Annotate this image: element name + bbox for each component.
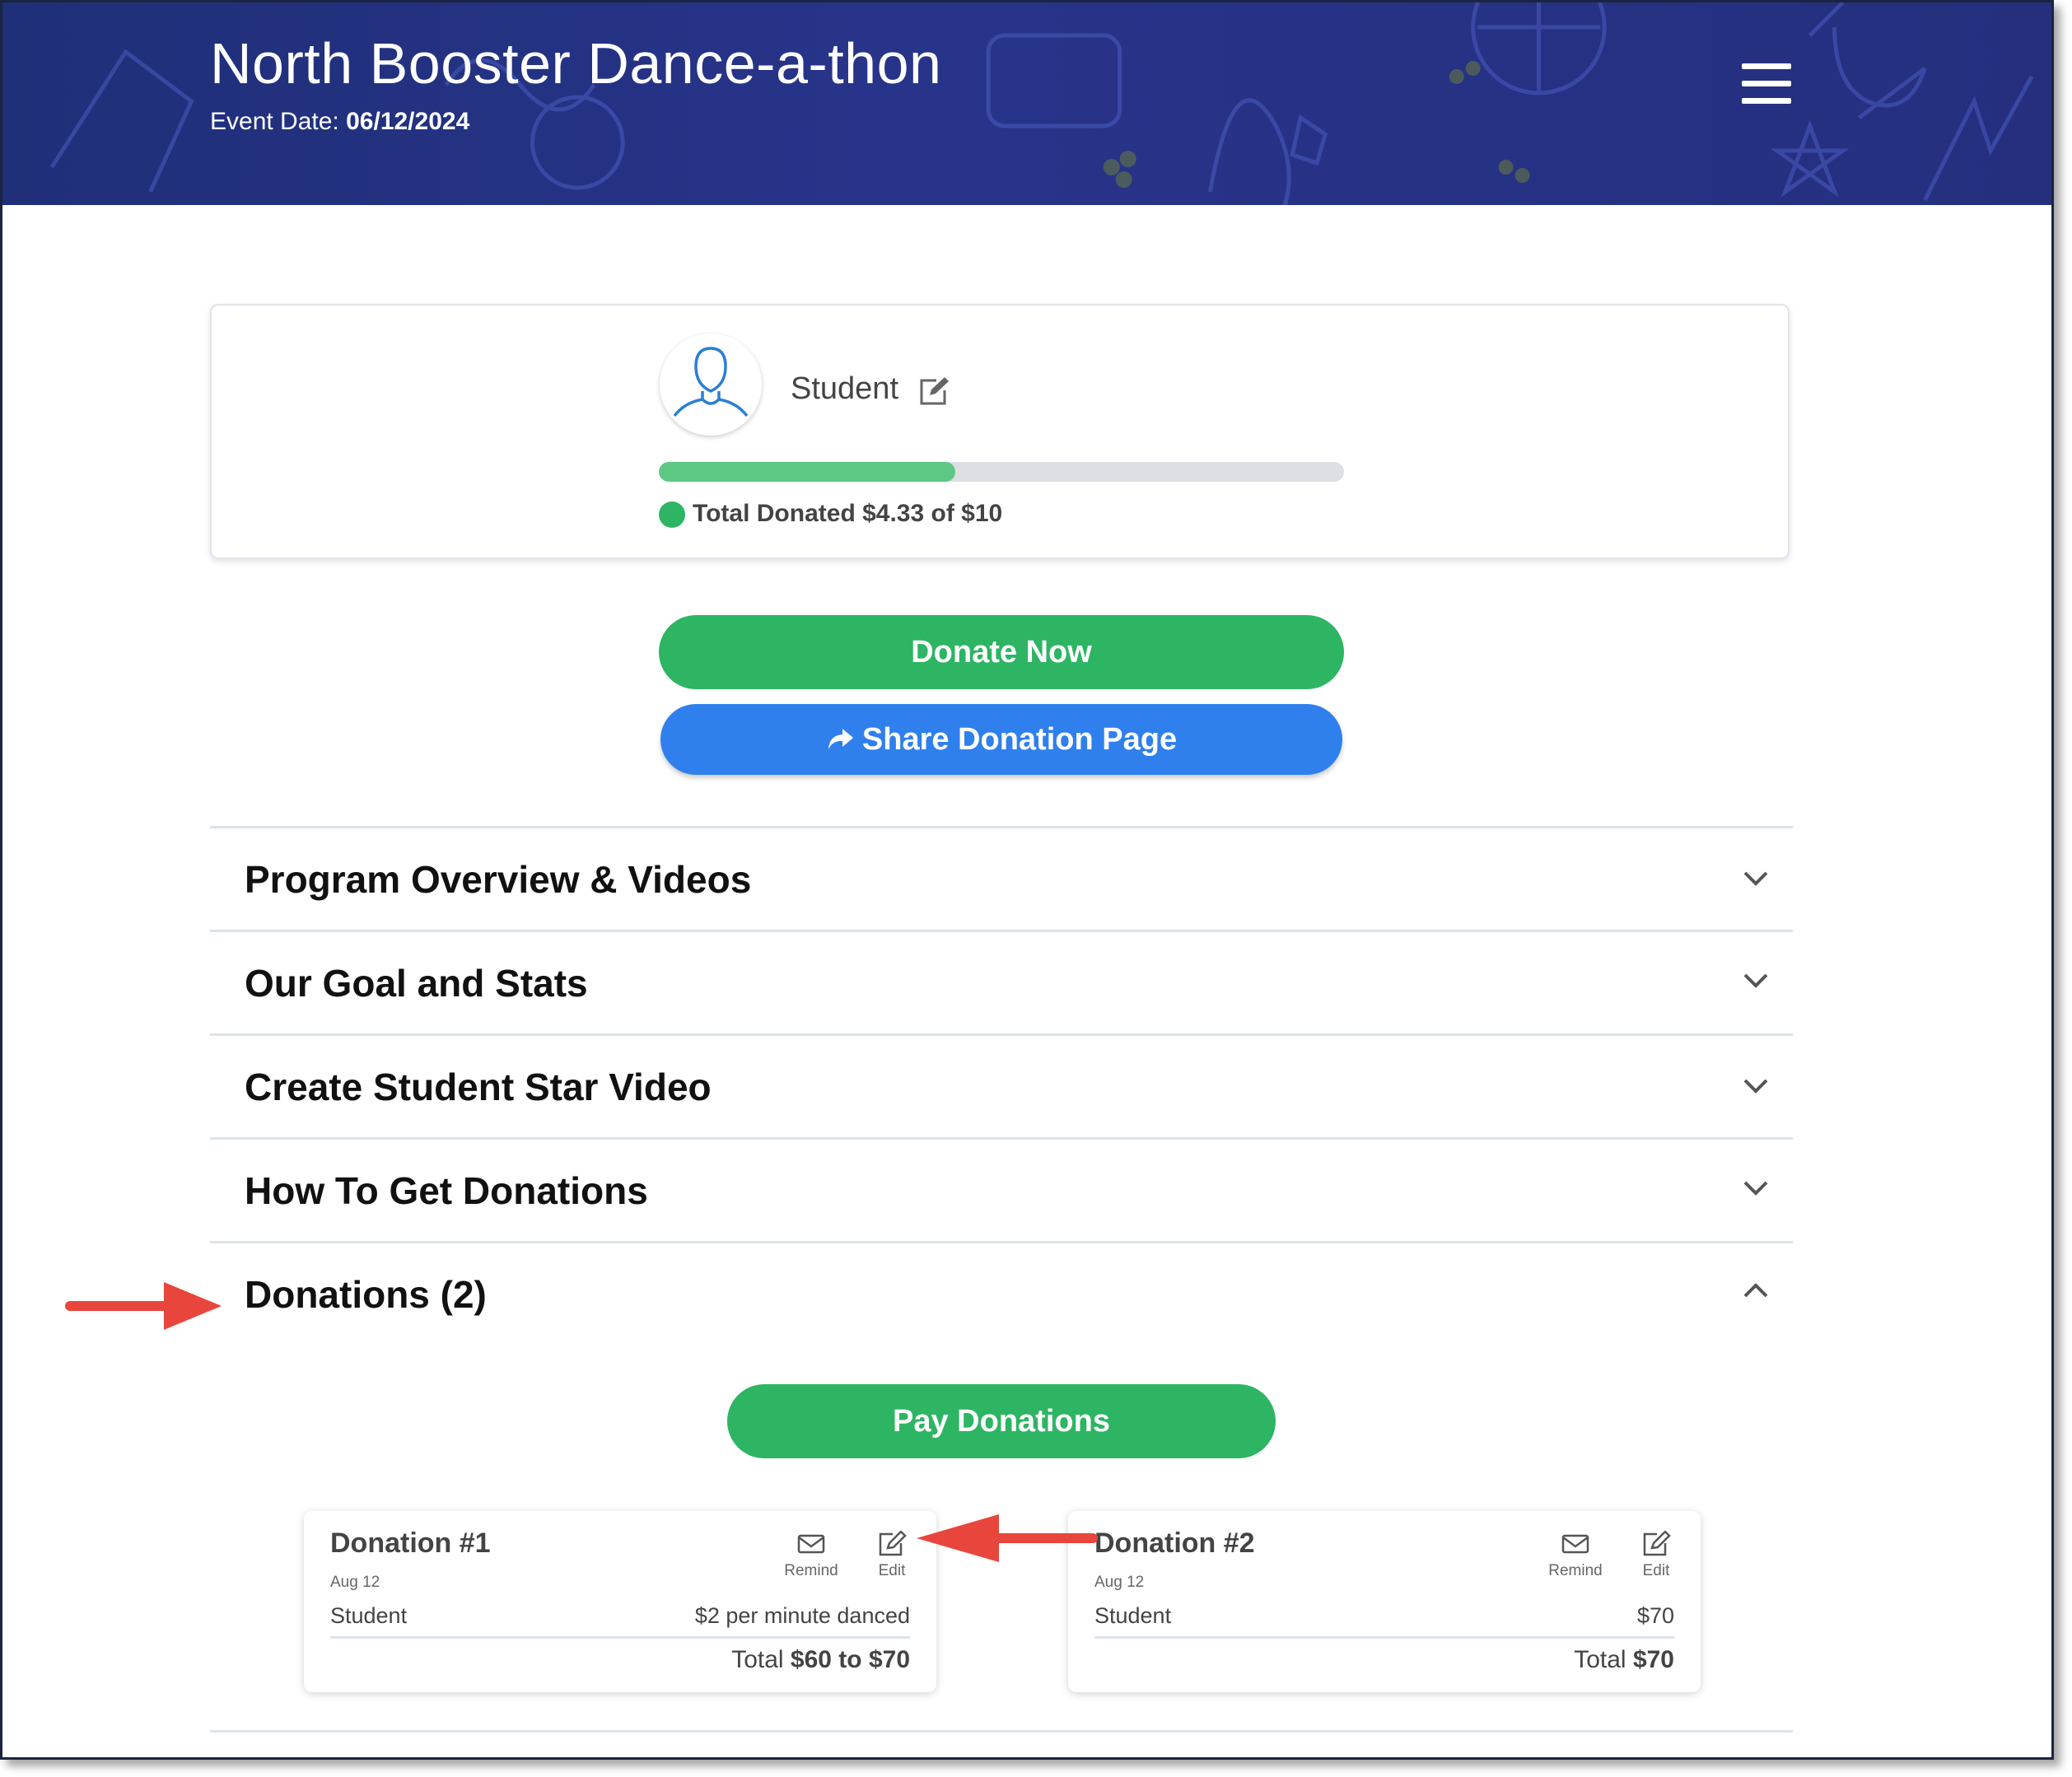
donation-card: Donation #1 Aug 12 Remind Edit Student $… bbox=[304, 1511, 936, 1692]
accordion-title: Program Overview & Videos bbox=[245, 858, 752, 901]
event-date-label: Event Date: bbox=[210, 108, 339, 135]
donor-name: Student bbox=[1094, 1603, 1172, 1628]
donor-name: Student bbox=[330, 1603, 408, 1628]
share-icon bbox=[828, 729, 853, 749]
donation-progress-bar bbox=[659, 462, 1344, 482]
remind-label: Remind bbox=[1548, 1562, 1603, 1579]
accordion-goal-stats[interactable]: Our Goal and Stats bbox=[210, 933, 1793, 1033]
accordion-title: Donations (2) bbox=[245, 1273, 487, 1316]
donation-title: Donation #1 bbox=[330, 1527, 491, 1559]
divider bbox=[210, 930, 1793, 932]
divider bbox=[210, 826, 1793, 828]
student-name: Student bbox=[791, 371, 898, 406]
chevron-down-icon bbox=[1743, 871, 1768, 886]
total-value: $70 bbox=[1632, 1646, 1674, 1673]
event-date: Event Date: 06/12/2024 bbox=[210, 108, 469, 136]
edit-name-icon[interactable] bbox=[918, 375, 951, 407]
donation-total: Total $70 bbox=[1574, 1646, 1674, 1674]
hamburger-menu-icon[interactable] bbox=[1742, 63, 1791, 105]
annotation-arrow-left-icon bbox=[917, 1514, 1098, 1562]
event-title: North Booster Dance-a-thon bbox=[210, 31, 942, 96]
annotation-arrow-right-icon bbox=[65, 1282, 222, 1330]
divider bbox=[210, 1033, 1793, 1036]
event-header: North Booster Dance-a-thon Event Date: 0… bbox=[2, 2, 2051, 205]
pay-donations-label: Pay Donations bbox=[893, 1403, 1110, 1439]
total-value: $60 to $70 bbox=[790, 1646, 910, 1673]
chevron-down-icon bbox=[1743, 1181, 1768, 1196]
divider bbox=[210, 1137, 1793, 1140]
donation-date: Aug 12 bbox=[330, 1574, 380, 1591]
accordion-program-overview[interactable]: Program Overview & Videos bbox=[210, 829, 1793, 930]
edit-icon bbox=[1643, 1531, 1671, 1556]
remind-label: Remind bbox=[784, 1562, 838, 1579]
remind-button[interactable]: Remind bbox=[778, 1531, 844, 1580]
accordion-donations[interactable]: Donations (2) bbox=[210, 1244, 1793, 1345]
donate-now-label: Donate Now bbox=[911, 634, 1092, 669]
total-label: Total bbox=[1574, 1646, 1626, 1673]
accordion-student-star-video[interactable]: Create Student Star Video bbox=[210, 1037, 1793, 1137]
pledge-amount: $2 per minute danced bbox=[694, 1603, 910, 1628]
edit-icon bbox=[879, 1531, 907, 1556]
donation-card: Donation #2 Aug 12 Remind Edit Student $… bbox=[1068, 1511, 1701, 1692]
divider bbox=[330, 1636, 910, 1639]
pledge-amount: $70 bbox=[1636, 1603, 1674, 1628]
divider bbox=[210, 1730, 1793, 1733]
edit-label: Edit bbox=[1642, 1562, 1670, 1579]
accordion-title: How To Get Donations bbox=[245, 1169, 648, 1212]
envelope-icon bbox=[797, 1534, 825, 1554]
donation-total: Total $60 to $70 bbox=[731, 1646, 910, 1674]
donation-date: Aug 12 bbox=[1094, 1574, 1145, 1591]
chevron-down-icon bbox=[1743, 973, 1768, 988]
remind-button[interactable]: Remind bbox=[1542, 1531, 1608, 1580]
event-date-value: 06/12/2024 bbox=[346, 108, 470, 135]
divider bbox=[210, 1241, 1793, 1243]
edit-donation-button[interactable]: Edit bbox=[1623, 1531, 1689, 1580]
user-avatar-icon bbox=[661, 335, 760, 434]
accordion-title: Our Goal and Stats bbox=[245, 962, 588, 1005]
accordion-how-to-get-donations[interactable]: How To Get Donations bbox=[210, 1140, 1793, 1241]
total-label: Total bbox=[731, 1646, 784, 1673]
status-dot-icon bbox=[659, 501, 685, 528]
avatar bbox=[660, 333, 762, 436]
donate-now-button[interactable]: Donate Now bbox=[659, 615, 1344, 689]
accordion-title: Create Student Star Video bbox=[245, 1066, 712, 1108]
total-donated-text: Total Donated $4.33 of $10 bbox=[693, 500, 1003, 527]
page-frame: North Booster Dance-a-thon Event Date: 0… bbox=[0, 0, 2054, 1760]
chevron-up-icon bbox=[1743, 1283, 1768, 1298]
envelope-icon bbox=[1561, 1534, 1589, 1554]
donation-progress-fill bbox=[659, 462, 956, 482]
share-donation-page-label: Share Donation Page bbox=[861, 721, 1178, 757]
share-donation-page-button[interactable]: Share Donation Page bbox=[660, 704, 1342, 775]
pay-donations-button[interactable]: Pay Donations bbox=[727, 1384, 1276, 1458]
chevron-down-icon bbox=[1743, 1079, 1768, 1094]
divider bbox=[1094, 1636, 1674, 1639]
donation-title: Donation #2 bbox=[1094, 1527, 1255, 1559]
